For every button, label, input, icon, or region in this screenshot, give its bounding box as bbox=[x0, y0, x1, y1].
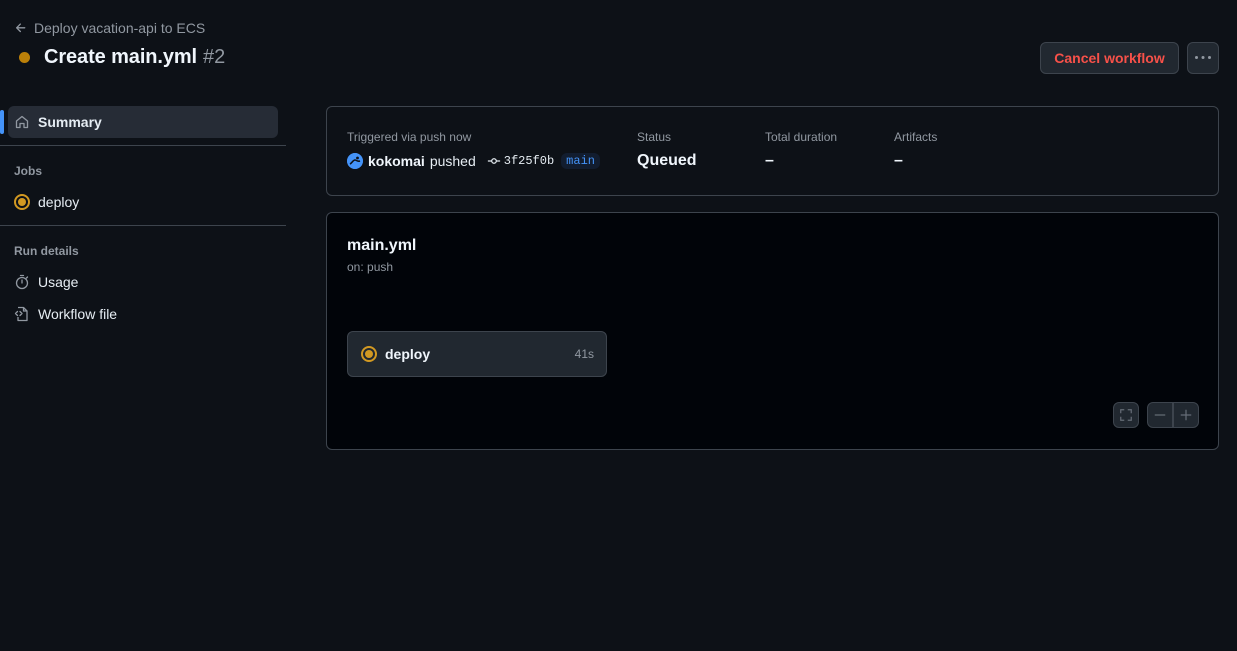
zoom-in-button[interactable] bbox=[1173, 402, 1199, 428]
sidebar-item-summary[interactable]: Summary bbox=[0, 106, 278, 138]
run-status-icon bbox=[19, 52, 30, 63]
sidebar-item-label: Usage bbox=[38, 274, 79, 290]
workflow-name: main.yml bbox=[347, 237, 417, 254]
workflow-trigger: on: push bbox=[347, 260, 394, 274]
duration-section: Total duration – bbox=[765, 130, 837, 170]
back-link[interactable]: Deploy vacation-api to ECS bbox=[14, 20, 205, 36]
action-text: pushed bbox=[429, 153, 476, 169]
zoom-group bbox=[1147, 402, 1199, 428]
artifacts-label: Artifacts bbox=[894, 130, 938, 144]
title-row: Create main.yml #2 bbox=[19, 46, 225, 69]
sidebar-item-label: Summary bbox=[38, 114, 102, 130]
run-details-heading: Run details bbox=[14, 244, 79, 258]
sidebar-item-deploy[interactable]: deploy bbox=[8, 186, 278, 218]
arrow-left-icon bbox=[15, 23, 26, 33]
artifacts-value: – bbox=[894, 152, 903, 169]
status-value: Queued bbox=[637, 152, 697, 169]
commit-sha[interactable]: 3f25f0b bbox=[504, 154, 554, 168]
status-label: Status bbox=[637, 130, 672, 144]
sidebar: Summary Jobs deploy Run details Usage Wo… bbox=[0, 106, 286, 330]
plus-icon bbox=[1180, 409, 1192, 421]
job-node-deploy[interactable]: deploy 41s bbox=[347, 331, 607, 377]
fullscreen-icon bbox=[1120, 409, 1132, 421]
queued-status-icon bbox=[361, 346, 377, 362]
avatar[interactable] bbox=[347, 153, 363, 169]
trigger-label: Triggered via push now bbox=[347, 130, 472, 144]
actor-link[interactable]: kokomai bbox=[368, 153, 425, 169]
kebab-horizontal-icon bbox=[1195, 56, 1211, 59]
graph-controls bbox=[1113, 402, 1199, 428]
page-title: Create main.yml bbox=[44, 46, 198, 68]
more-options-button[interactable] bbox=[1187, 42, 1219, 74]
queued-status-icon bbox=[14, 194, 30, 210]
workflow-graph-card: main.yml on: push deploy 41s bbox=[326, 212, 1219, 450]
trigger-section: Triggered via push now kokomai pushed 3f… bbox=[347, 130, 600, 169]
sidebar-item-label: Workflow file bbox=[38, 306, 118, 322]
jobs-heading: Jobs bbox=[14, 164, 43, 178]
duration-label: Total duration bbox=[765, 130, 838, 144]
duration-value: – bbox=[765, 152, 774, 169]
page: Deploy vacation-api to ECS Create main.y… bbox=[0, 0, 1237, 651]
artifacts-section: Artifacts – bbox=[894, 130, 937, 170]
back-link-label[interactable]: Deploy vacation-api to ECS bbox=[34, 20, 205, 36]
zoom-out-button[interactable] bbox=[1147, 402, 1173, 428]
sidebar-item-usage[interactable]: Usage bbox=[8, 266, 278, 298]
job-name: deploy bbox=[385, 346, 431, 362]
git-commit-icon bbox=[487, 158, 500, 164]
home-icon bbox=[15, 115, 29, 129]
fullscreen-button[interactable] bbox=[1113, 402, 1139, 428]
file-code-icon bbox=[14, 306, 28, 322]
trigger-row: kokomai pushed 3f25f0b main bbox=[347, 153, 600, 169]
minus-icon bbox=[1154, 414, 1166, 416]
sidebar-item-workflow-file[interactable]: Workflow file bbox=[8, 298, 278, 330]
run-summary-card: Triggered via push now kokomai pushed 3f… bbox=[326, 106, 1219, 196]
branch-label[interactable]: main bbox=[561, 153, 600, 169]
cancel-workflow-button[interactable]: Cancel workflow bbox=[1040, 42, 1179, 74]
run-number: #2 bbox=[203, 46, 226, 68]
job-duration: 41s bbox=[574, 347, 594, 361]
status-section: Status Queued bbox=[637, 130, 697, 170]
user-avatar-icon bbox=[347, 153, 363, 169]
sidebar-item-label: deploy bbox=[38, 194, 80, 210]
stopwatch-icon bbox=[15, 274, 29, 290]
commit-link[interactable]: 3f25f0b bbox=[487, 154, 554, 168]
